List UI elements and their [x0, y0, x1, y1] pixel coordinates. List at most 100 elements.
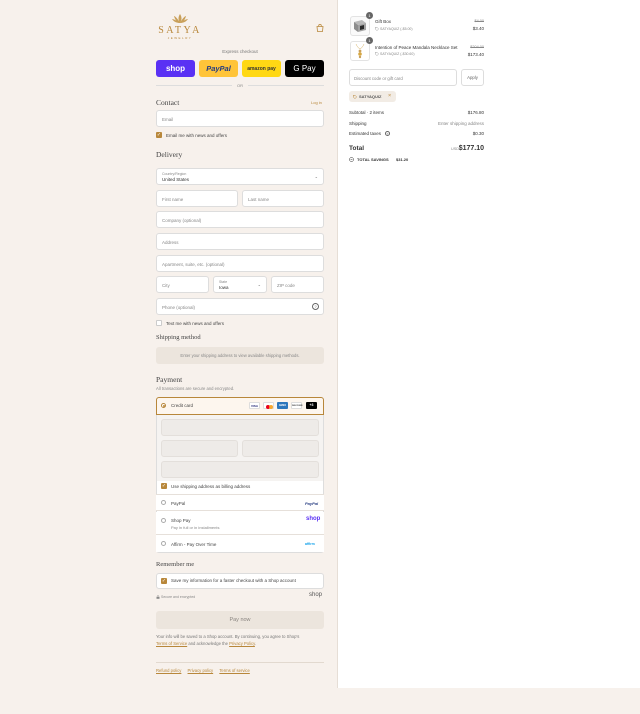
payment-subtitle: All transactions are secure and encrypte…	[156, 386, 235, 391]
refund-policy-link[interactable]: Refund policy	[156, 668, 181, 673]
amazon-pay-button[interactable]: amazon pay	[242, 60, 281, 77]
terms-link[interactable]: Terms of Service	[156, 641, 187, 646]
email-news-checkbox[interactable]: ✓	[156, 132, 162, 138]
name-on-card-input[interactable]	[161, 461, 319, 478]
discover-icon: DISCOVER	[291, 402, 302, 409]
google-pay-button[interactable]: G Pay	[285, 60, 324, 77]
shipping-method-message: Enter your shipping address to view avai…	[180, 353, 300, 358]
affirm-label: Affirm - Pay Over Time	[171, 542, 217, 547]
address-placeholder: Address	[162, 240, 179, 245]
state-select-value: Iowa	[219, 285, 229, 290]
legal-text: Your info will be saved to a Shop accoun…	[156, 633, 326, 647]
pay-now-button[interactable]: Pay now	[156, 611, 324, 629]
legal-and: and acknowledge the	[188, 641, 228, 646]
help-circle-icon[interactable]: ?	[312, 303, 319, 310]
first-name-placeholder: First name	[162, 197, 184, 202]
taxes-value: $0.30	[472, 131, 484, 136]
last-name-placeholder: Last name	[248, 197, 270, 202]
google-pay-button-label: G Pay	[293, 64, 316, 73]
phone-placeholder: Phone (optional)	[162, 305, 196, 310]
footer-divider	[156, 662, 324, 663]
quantity-badge: 1	[366, 37, 373, 44]
credit-card-label: Credit card	[171, 403, 194, 408]
more-cards-badge: +3	[306, 402, 317, 409]
affirm-logo: affirm	[305, 542, 315, 546]
zip-placeholder: ZIP code	[277, 283, 295, 288]
last-name-input[interactable]: Last name	[242, 190, 324, 207]
billing-same-checkbox[interactable]: ✓	[161, 483, 167, 489]
subtotal-value: $176.80	[467, 110, 484, 115]
country-select[interactable]: Country/Region United States ⌄	[156, 168, 324, 185]
savings-tag-icon	[349, 157, 354, 162]
apply-button[interactable]: Apply	[461, 69, 484, 86]
page-bottom	[0, 688, 640, 714]
cart-item: 1 Intention of Peace Mandala Necklace Se…	[350, 37, 484, 61]
text-news-checkbox[interactable]	[156, 320, 162, 326]
chevron-down-icon: ⌄	[314, 174, 318, 179]
shop-pay-option[interactable]	[156, 512, 324, 535]
login-link[interactable]: Log in	[311, 100, 322, 105]
paypal-button[interactable]: PayPal	[199, 60, 238, 77]
shipping-method-notice: Enter your shipping address to view avai…	[156, 347, 324, 364]
address-input[interactable]: Address	[156, 233, 324, 250]
tag-icon	[353, 94, 357, 99]
necklace-image	[355, 43, 365, 59]
zip-input[interactable]: ZIP code	[271, 276, 324, 293]
apply-label: Apply	[467, 75, 478, 80]
or-divider-label: OR	[237, 83, 243, 88]
discount-code-input[interactable]: Discount code or gift card	[349, 69, 457, 86]
footer-links: Refund policy Privacy policy Terms of se…	[156, 668, 250, 673]
item-name: Intention of Peace Mandala Necklace Set	[375, 45, 458, 50]
total-value: $177.10	[458, 145, 484, 152]
brand-sub: JEWELRY	[167, 36, 193, 40]
applied-discount-code: SATYAQUIZ	[359, 94, 382, 99]
gift-box-image	[354, 20, 366, 32]
city-input[interactable]: City	[156, 276, 209, 293]
apartment-input[interactable]: Apartment, suite, etc. (optional)	[156, 255, 324, 272]
chevron-down-icon: ⌄	[257, 282, 261, 287]
shop-pay-radio[interactable]	[161, 518, 166, 523]
brand-logo[interactable]: SATYA JEWELRY	[158, 13, 202, 43]
remove-discount-icon[interactable]: ×	[388, 93, 391, 99]
email-input[interactable]: Email	[156, 110, 324, 127]
help-circle-icon[interactable]: ?	[385, 131, 390, 136]
email-news-label: Email me with news and offers	[166, 133, 227, 138]
save-info-checkbox[interactable]: ✓	[161, 578, 167, 584]
paypal-button-label: PayPal	[206, 64, 231, 73]
shopping-bag-icon[interactable]	[316, 24, 324, 32]
secure-label: Secure and encrypted	[161, 595, 196, 599]
privacy-policy-link[interactable]: Privacy policy	[188, 668, 214, 673]
quantity-badge: 1	[366, 12, 373, 19]
pay-now-label: Pay now	[229, 617, 251, 623]
item-name: Gift Box	[375, 19, 392, 24]
affirm-radio[interactable]	[161, 541, 166, 546]
remember-me-heading: Remember me	[156, 561, 195, 568]
company-placeholder: Company (optional)	[162, 218, 202, 223]
first-name-input[interactable]: First name	[156, 190, 238, 207]
shop-pay-sublabel: Pay in full or in installments	[171, 525, 220, 530]
phone-input[interactable]: Phone (optional) ?	[156, 298, 324, 315]
terms-of-service-link[interactable]: Terms of service	[219, 668, 249, 673]
item-discount-code: SATYAQUIZ (-$30.60)	[380, 52, 415, 56]
company-input[interactable]: Company (optional)	[156, 211, 324, 228]
legal-text-1: Your info will be saved to a Shop accoun…	[156, 634, 300, 639]
contact-heading: Contact	[156, 98, 180, 107]
item-old-price: $4.00	[474, 19, 484, 23]
paypal-radio[interactable]	[161, 500, 166, 505]
item-discount-code: SATYAQUIZ (-$5.00)	[380, 27, 413, 31]
applied-discount-chip: SATYAQUIZ ×	[349, 91, 396, 102]
item-price: $173.40	[467, 52, 484, 57]
shop-pay-button[interactable]: shop	[156, 60, 195, 77]
card-number-input[interactable]	[161, 419, 319, 436]
amazon-pay-button-label: amazon pay	[247, 65, 276, 72]
save-info-label: Save my information for a faster checkou…	[171, 578, 296, 583]
security-code-input[interactable]	[242, 440, 319, 457]
apartment-placeholder: Apartment, suite, etc. (optional)	[162, 262, 225, 267]
state-select[interactable]: State Iowa ⌄	[213, 276, 267, 293]
credit-card-radio[interactable]	[161, 403, 166, 408]
or-divider-right	[248, 85, 324, 86]
payment-heading: Payment	[156, 375, 183, 384]
privacy-link[interactable]: Privacy Policy	[229, 641, 255, 646]
expiration-date-input[interactable]	[161, 440, 238, 457]
tag-icon	[375, 27, 379, 31]
